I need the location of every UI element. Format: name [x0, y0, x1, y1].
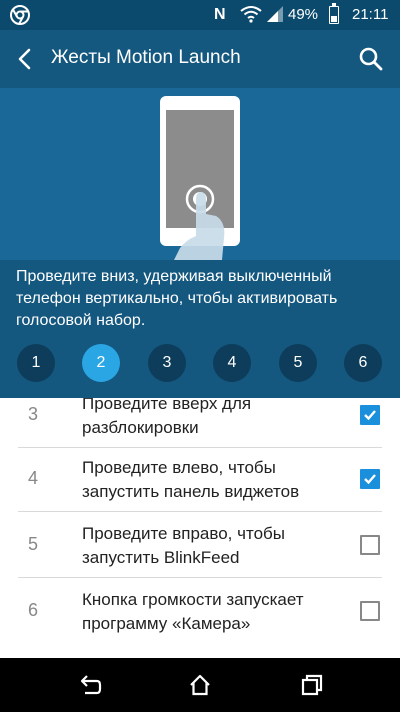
checkmark-icon	[364, 474, 376, 485]
home-icon[interactable]	[188, 673, 212, 697]
chrome-icon	[10, 5, 30, 25]
gesture-checkbox[interactable]	[360, 601, 380, 621]
gesture-checkbox[interactable]	[360, 535, 380, 555]
signal-icon	[267, 6, 283, 22]
gesture-label: Проведите вправо, чтобы запустить BlinkF…	[82, 524, 285, 567]
checkmark-icon	[364, 410, 376, 421]
page-title: Жесты Motion Launch	[51, 47, 241, 68]
gesture-checkbox[interactable]	[360, 405, 380, 425]
step-3[interactable]: 3	[148, 344, 186, 382]
nfc-icon: N	[214, 6, 226, 23]
battery-percent: 49%	[288, 6, 319, 23]
status-bar: N 49% 21:11	[0, 0, 400, 30]
gesture-row[interactable]: 5 Проведите вправо, чтобы запустить Blink…	[0, 512, 400, 578]
wifi-icon	[240, 6, 262, 23]
back-arrow-icon[interactable]	[14, 47, 38, 71]
gesture-number: 3	[28, 404, 39, 424]
gesture-row[interactable]: 3 Проведите вверх для разблокировки	[0, 398, 400, 448]
gesture-list: 3 Проведите вверх для разблокировки 4 Прове…	[0, 398, 400, 658]
gesture-label: Кнопка громкости запускает программу «Ка…	[82, 590, 304, 633]
step-6[interactable]: 6	[344, 344, 382, 382]
clock: 21:11	[352, 6, 389, 23]
gesture-description: Проведите вниз, удерживая выключенный те…	[16, 268, 338, 329]
gesture-number: 6	[28, 600, 39, 620]
gesture-checkbox[interactable]	[360, 469, 380, 489]
navigation-bar	[0, 658, 400, 712]
battery-icon	[329, 3, 339, 24]
gesture-row[interactable]: 4 Проведите влево, чтобы запустить панель…	[0, 446, 400, 512]
gesture-illustration	[0, 88, 400, 260]
back-icon[interactable]	[78, 673, 102, 697]
step-2[interactable]: 2	[82, 344, 120, 382]
step-5[interactable]: 5	[279, 344, 317, 382]
app-bar: Жесты Motion Launch	[0, 30, 400, 88]
finger-swipe-icon	[174, 184, 225, 260]
gesture-number: 5	[28, 534, 39, 554]
step-indicator: 123456	[0, 344, 400, 384]
gesture-row[interactable]: 6 Кнопка громкости запускает программу «К…	[0, 578, 400, 644]
step-1[interactable]: 1	[17, 344, 55, 382]
gesture-label: Проведите влево, чтобы запустить панель …	[82, 458, 300, 501]
gesture-number: 4	[28, 468, 39, 488]
gesture-label: Проведите вверх для разблокировки	[82, 398, 252, 437]
step-4[interactable]: 4	[213, 344, 251, 382]
search-icon[interactable]	[358, 46, 384, 72]
recents-icon[interactable]	[300, 673, 324, 697]
gesture-description-panel: Проведите вниз, удерживая выключенный те…	[0, 260, 400, 398]
